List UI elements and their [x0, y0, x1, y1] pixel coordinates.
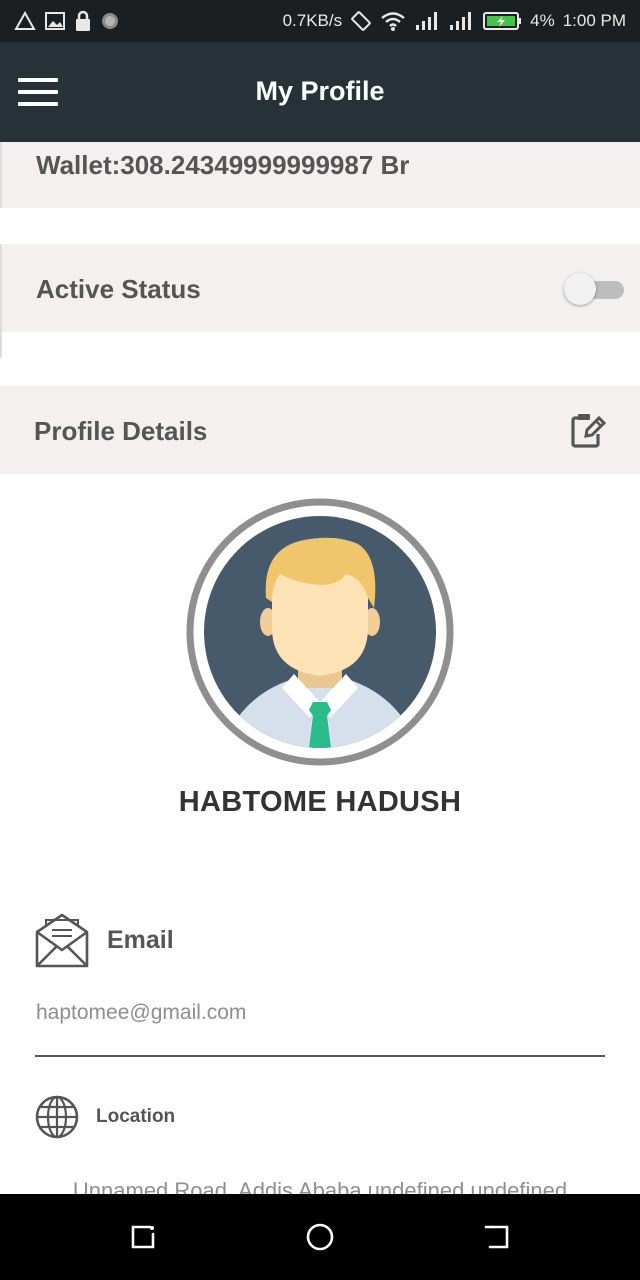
active-status-toggle[interactable] — [564, 272, 626, 306]
wifi-icon — [381, 12, 405, 31]
email-underline — [35, 1055, 605, 1057]
circle-icon — [102, 13, 118, 29]
system-nav-bar — [0, 1194, 640, 1280]
rotate-icon — [351, 11, 371, 31]
location-label: Location — [96, 1106, 176, 1127]
divider — [0, 332, 2, 358]
globe-icon — [35, 1095, 79, 1139]
wallet-panel: Wallet:308.24349999999987 Br — [0, 142, 640, 208]
status-left-icons — [14, 10, 120, 32]
profile-details-label: Profile Details — [34, 416, 208, 446]
recent-apps-icon[interactable] — [128, 1222, 158, 1252]
active-status-label: Active Status — [36, 274, 201, 304]
signal-icon — [450, 12, 472, 30]
email-label: Email — [107, 926, 174, 954]
profile-details-header: Profile Details — [0, 386, 640, 474]
home-icon[interactable] — [305, 1222, 335, 1252]
email-field[interactable]: haptomee@gmail.com — [36, 1001, 246, 1025]
lock-icon — [76, 10, 90, 31]
user-name: HABTOME HADUSH — [178, 786, 462, 818]
envelope-open-icon — [35, 913, 89, 968]
image-icon — [45, 12, 65, 30]
wallet-balance: Wallet:308.24349999999987 Br — [36, 150, 410, 180]
battery-charging-icon — [483, 12, 522, 30]
back-icon[interactable] — [482, 1222, 512, 1252]
app-bar: My Profile — [0, 42, 640, 142]
battery-percent: 4% — [530, 11, 555, 30]
active-status-row: Active Status — [0, 244, 640, 332]
status-right: 0.7KB/s 4% 1:00 PM — [283, 0, 626, 42]
status-bar: 0.7KB/s 4% 1:00 PM — [0, 0, 640, 42]
page-title: My Profile — [255, 76, 385, 106]
signal-icon — [416, 12, 438, 30]
toggle-knob — [564, 273, 596, 305]
net-speed: 0.7KB/s — [282, 11, 343, 30]
clock: 1:00 PM — [562, 11, 626, 30]
avatar[interactable] — [186, 498, 454, 766]
edit-icon[interactable] — [566, 410, 606, 450]
alert-triangle-icon — [14, 11, 36, 30]
